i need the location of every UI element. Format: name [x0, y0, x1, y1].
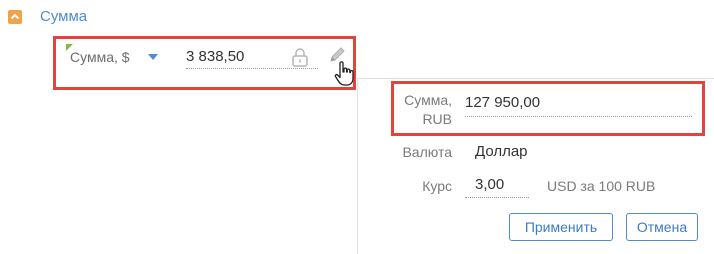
- cancel-button[interactable]: Отмена: [626, 213, 698, 241]
- popup-border-top: [357, 78, 714, 79]
- section-title: Сумма: [40, 8, 88, 25]
- total-field[interactable]: 127 950,00: [465, 92, 692, 117]
- lock-icon[interactable]: [291, 47, 309, 67]
- currency-value[interactable]: Доллар: [475, 142, 528, 162]
- chevron-up-icon: [10, 13, 20, 20]
- rate-field[interactable]: 3,00: [465, 174, 529, 198]
- hand-cursor-icon: [334, 61, 354, 86]
- total-label-line1: Сумма,: [404, 92, 452, 108]
- total-label-line2: RUB: [422, 111, 452, 127]
- currency-label: Валюта: [402, 144, 452, 160]
- rate-suffix: USD за 100 RUB: [547, 178, 656, 194]
- rate-label: Курс: [422, 178, 452, 194]
- chevron-down-icon[interactable]: [148, 54, 158, 60]
- currency-label-select[interactable]: Сумма, $: [70, 49, 130, 65]
- collapse-section-button[interactable]: [8, 10, 22, 24]
- apply-button[interactable]: Применить: [509, 213, 613, 241]
- popup-border-left: [357, 78, 358, 254]
